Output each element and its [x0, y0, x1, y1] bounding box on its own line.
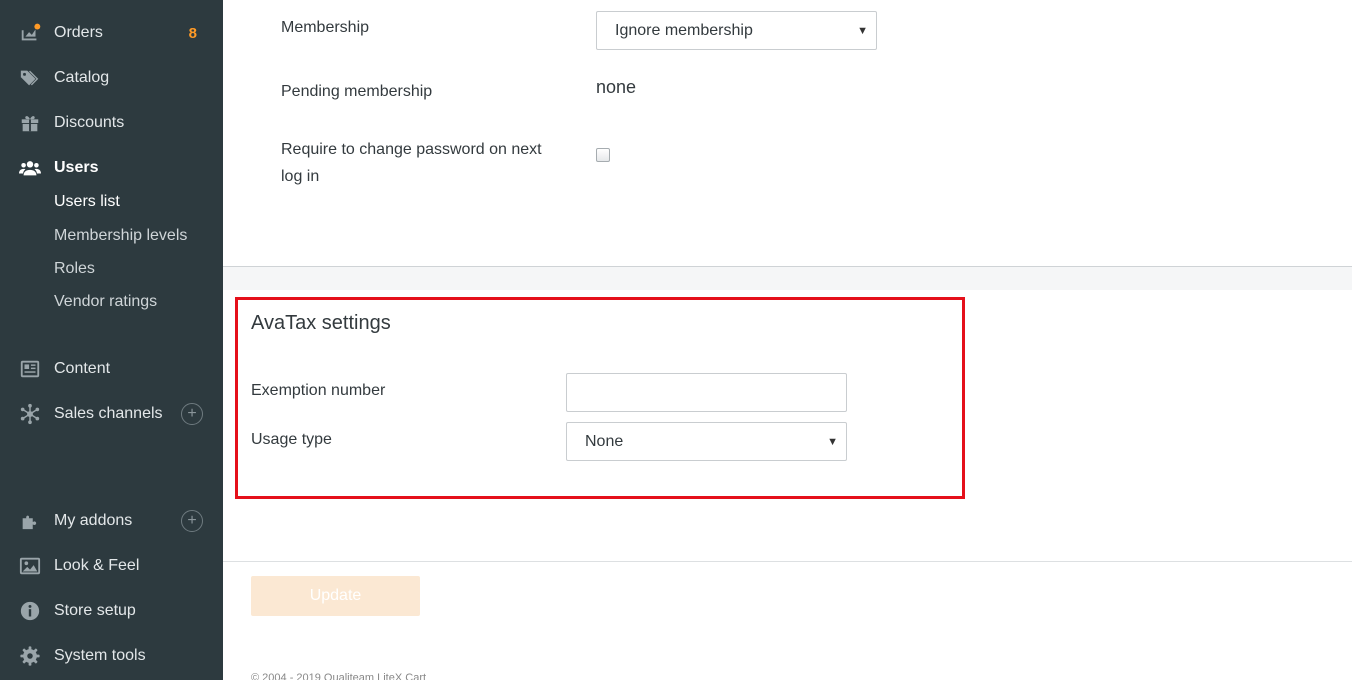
gift-icon	[18, 111, 42, 135]
orders-icon	[18, 21, 42, 45]
main-content: Membership Ignore membership ▼ Pending m…	[223, 0, 1352, 680]
puzzle-icon	[18, 509, 42, 533]
pending-membership-label: Pending membership	[281, 83, 433, 100]
network-icon	[18, 402, 42, 426]
sidebar-item-label: System tools	[54, 647, 146, 664]
sidebar-subitem-vendor-ratings[interactable]: Vendor ratings	[54, 293, 157, 311]
sidebar-subitem-users-list[interactable]: Users list	[54, 193, 120, 211]
exemption-number-input[interactable]	[566, 373, 847, 412]
require-password-change-checkbox[interactable]	[596, 148, 610, 162]
sidebar-item-label: Users	[54, 159, 99, 176]
sidebar-item-label: My addons	[54, 512, 133, 529]
sidebar-item-label: Sales channels	[54, 405, 163, 422]
sidebar-item-system-tools[interactable]: System tools	[0, 638, 223, 674]
sidebar-item-content[interactable]: Content	[0, 351, 223, 387]
sidebar-item-store-setup[interactable]: Store setup	[0, 593, 223, 629]
orders-count-badge: 8	[188, 24, 197, 42]
sidebar-item-catalog[interactable]: Catalog	[0, 60, 223, 96]
avatax-section-title: AvaTax settings	[251, 312, 391, 334]
sidebar-item-discounts[interactable]: Discounts	[0, 105, 223, 141]
add-sales-channel-button[interactable]: +	[181, 403, 203, 425]
membership-select[interactable]: Ignore membership ▼	[596, 11, 877, 50]
newspaper-icon	[18, 357, 42, 381]
footer-divider	[223, 561, 1352, 562]
sidebar-item-my-addons[interactable]: My addons +	[0, 503, 223, 539]
sidebar-item-orders[interactable]: Orders 8	[0, 15, 223, 51]
gear-icon	[18, 644, 42, 668]
image-icon	[18, 554, 42, 578]
sidebar-item-label: Orders	[54, 24, 103, 41]
require-password-change-label-continued: log in	[281, 168, 320, 185]
tag-icon	[18, 66, 42, 90]
sidebar-item-label: Catalog	[54, 69, 110, 86]
info-icon	[18, 599, 42, 623]
pending-membership-value: none	[596, 77, 637, 97]
users-icon	[18, 156, 42, 180]
usage-type-label: Usage type	[251, 431, 332, 448]
sidebar-item-label: Content	[54, 360, 111, 377]
sidebar-item-label: Store setup	[54, 602, 136, 619]
sidebar-item-label: Discounts	[54, 114, 125, 131]
copyright-text: © 2004 - 2019 Qualiteam LiteX Cart	[251, 672, 427, 680]
sidebar-subitem-roles[interactable]: Roles	[54, 260, 95, 278]
sidebar-item-users[interactable]: Users	[0, 150, 223, 186]
usage-type-select[interactable]: None ▼	[566, 422, 847, 461]
app-window: Orders 8 Catalog Discounts Users Users l…	[0, 0, 1352, 680]
chevron-down-icon: ▼	[857, 24, 868, 37]
sidebar-item-sales-channels[interactable]: Sales channels +	[0, 396, 223, 432]
chevron-down-icon: ▼	[827, 435, 838, 448]
exemption-number-label: Exemption number	[251, 382, 386, 399]
sidebar-subitem-membership-levels[interactable]: Membership levels	[54, 227, 187, 245]
usage-type-select-value: None	[585, 432, 624, 450]
membership-select-value: Ignore membership	[615, 21, 753, 39]
sidebar-item-look-feel[interactable]: Look & Feel	[0, 548, 223, 584]
sidebar: Orders 8 Catalog Discounts Users Users l…	[0, 0, 223, 680]
require-password-change-label: Require to change password on next	[281, 141, 542, 158]
sidebar-item-label: Look & Feel	[54, 557, 140, 574]
add-addon-button[interactable]: +	[181, 510, 203, 532]
membership-label: Membership	[281, 19, 370, 36]
update-button[interactable]: Update	[251, 576, 420, 616]
section-divider	[223, 266, 1352, 290]
